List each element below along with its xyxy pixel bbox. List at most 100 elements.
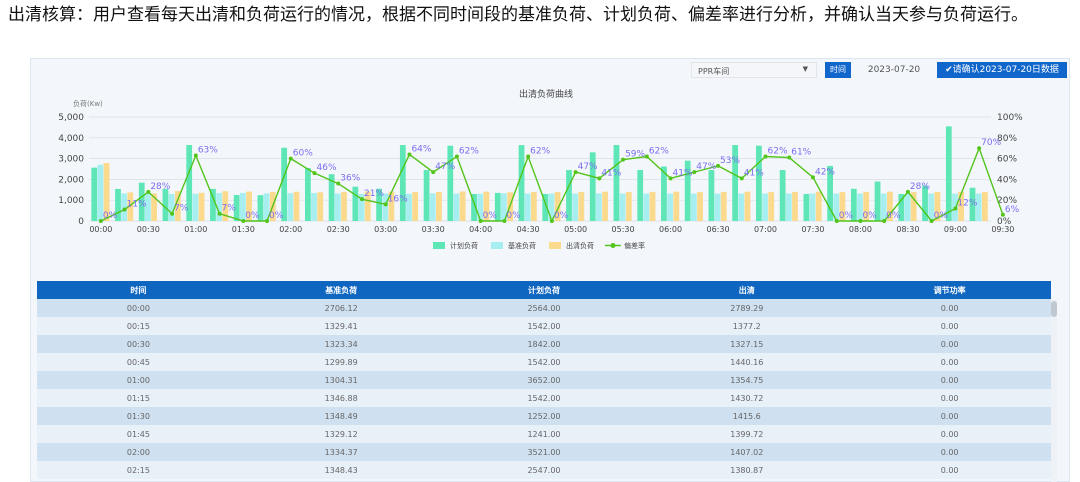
x-tick-label: 09:00 — [944, 225, 967, 234]
deviation-label: 16% — [388, 194, 408, 204]
bar — [738, 193, 745, 221]
table-cell: 02:00 — [126, 447, 150, 457]
deviation-label: 0% — [269, 211, 284, 221]
deviation-label: 63% — [198, 145, 218, 155]
table-cell: 1415.6 — [732, 411, 761, 421]
bar — [625, 192, 632, 221]
x-tick-label: 05:00 — [564, 225, 587, 234]
deviation-label: 12% — [957, 199, 977, 209]
bar — [453, 193, 460, 221]
bar — [779, 170, 786, 221]
bar — [792, 191, 798, 221]
table-cell: 1354.75 — [730, 375, 764, 385]
table-row[interactable]: 00:30 1323.34 1842.00 1327.15 0.00 — [37, 335, 1051, 353]
deviation-label: 41% — [601, 168, 621, 178]
column-header[interactable]: 调节功率 — [848, 281, 1051, 299]
table-row[interactable]: 02:00 1334.37 3521.00 1407.02 0.00 — [37, 443, 1051, 461]
date-input[interactable] — [855, 62, 933, 78]
deviation-label: 28% — [150, 182, 170, 192]
legend-label: 基准负荷 — [508, 241, 536, 250]
bar — [192, 193, 199, 221]
table-row[interactable]: 02:15 1348.43 2547.00 1380.87 0.00 — [37, 461, 1051, 479]
table-cell: 1334.37 — [324, 447, 358, 457]
table-cell: 01:15 — [126, 393, 150, 403]
bar — [643, 193, 650, 221]
bar — [815, 191, 822, 221]
legend-swatch — [491, 242, 503, 249]
table-row[interactable]: 01:15 1346.88 1542.00 1430.72 0.00 — [37, 389, 1051, 407]
deviation-label: 70% — [981, 138, 1001, 148]
bar — [673, 191, 680, 221]
bar — [524, 193, 531, 221]
table-cell: 1346.88 — [324, 393, 358, 403]
table-row[interactable]: 01:00 1304.31 3652.00 1354.75 0.00 — [37, 371, 1051, 389]
table-scrollbar[interactable] — [1051, 299, 1057, 482]
x-tick-label: 08:00 — [849, 225, 872, 234]
bar — [459, 191, 466, 221]
deviation-label: 0% — [506, 211, 521, 221]
legend-marker — [610, 243, 616, 248]
table-cell: 1542.00 — [527, 357, 561, 367]
bar — [613, 145, 620, 221]
scrollbar-thumb[interactable] — [1051, 301, 1057, 317]
table-cell: 1348.49 — [324, 411, 358, 421]
table-cell: 1377.2 — [732, 321, 761, 331]
x-tick-label: 06:30 — [706, 225, 729, 234]
chart-title: 出清负荷曲线 — [519, 88, 573, 100]
table-cell: 0.00 — [940, 375, 959, 385]
deviation-label: 7% — [222, 204, 237, 214]
deviation-label: 0% — [554, 211, 569, 221]
table-cell: 00:15 — [126, 321, 150, 331]
chevron-down-icon: ▼ — [802, 65, 808, 73]
y-tick-label: 3,000 — [58, 155, 84, 165]
deviation-label: 47% — [435, 162, 455, 172]
table-row[interactable]: 00:15 1329.41 1542.00 1377.2 0.00 — [37, 317, 1051, 335]
x-tick-label: 00:30 — [137, 225, 160, 234]
table-cell: 1329.12 — [324, 429, 358, 439]
deviation-label: 41% — [673, 168, 693, 178]
bar — [619, 193, 626, 221]
deviation-label: 62% — [768, 147, 788, 157]
confirm-data-button[interactable]: ✔请确认2023-07-20日数据 — [937, 62, 1067, 78]
table-row[interactable]: 01:45 1329.12 1241.00 1399.72 0.00 — [37, 425, 1051, 443]
y-tick-label: 4,000 — [58, 134, 84, 144]
table-cell: 02:15 — [126, 465, 150, 475]
bar — [762, 193, 768, 221]
table-cell: 01:00 — [126, 375, 150, 385]
table-row[interactable]: 00:00 2706.12 2564.00 2789.29 0.00 — [37, 299, 1051, 317]
table-cell: 1542.00 — [527, 321, 561, 331]
bar — [436, 191, 442, 221]
y2-tick-label: 60% — [997, 155, 1017, 165]
table-cell: 1329.41 — [324, 321, 358, 331]
column-header[interactable]: 出清 — [645, 281, 849, 299]
bar — [981, 192, 988, 221]
table-cell: 1327.15 — [730, 339, 764, 349]
bar — [429, 193, 436, 221]
column-header[interactable]: 计划负荷 — [442, 281, 646, 299]
x-tick-label: 03:30 — [422, 225, 445, 234]
bar — [649, 191, 656, 221]
column-header[interactable]: 时间 — [37, 281, 240, 299]
workshop-select[interactable]: PPR车间 ▼ — [691, 62, 817, 78]
deviation-label: 60% — [293, 149, 313, 159]
y-tick-label: 1,000 — [58, 196, 84, 206]
x-tick-label: 09:30 — [991, 225, 1014, 234]
table-cell: 01:30 — [126, 411, 150, 421]
column-header[interactable]: 基准负荷 — [239, 281, 443, 299]
table-cell: 0.00 — [940, 339, 959, 349]
x-tick-label: 07:30 — [801, 225, 824, 234]
table-row[interactable]: 00:45 1299.89 1542.00 1440.16 0.00 — [37, 353, 1051, 371]
table-cell: 1440.16 — [730, 357, 764, 367]
table-cell: 00:00 — [126, 303, 150, 313]
bar — [945, 126, 952, 221]
bar — [602, 191, 608, 221]
bar — [317, 192, 324, 221]
table-row[interactable]: 01:30 1348.49 1252.00 1415.6 0.00 — [37, 407, 1051, 425]
page-caption: 出清核算：用户查看每天出清和负荷运行的情况，根据不同时间段的基准负荷、计划负荷、… — [8, 5, 1028, 25]
deviation-label: 62% — [649, 147, 669, 157]
y-tick-label: 2,000 — [58, 175, 84, 185]
bar — [198, 192, 205, 221]
bar — [720, 191, 727, 221]
bar — [714, 193, 721, 221]
table-cell: 2547.00 — [527, 465, 561, 475]
